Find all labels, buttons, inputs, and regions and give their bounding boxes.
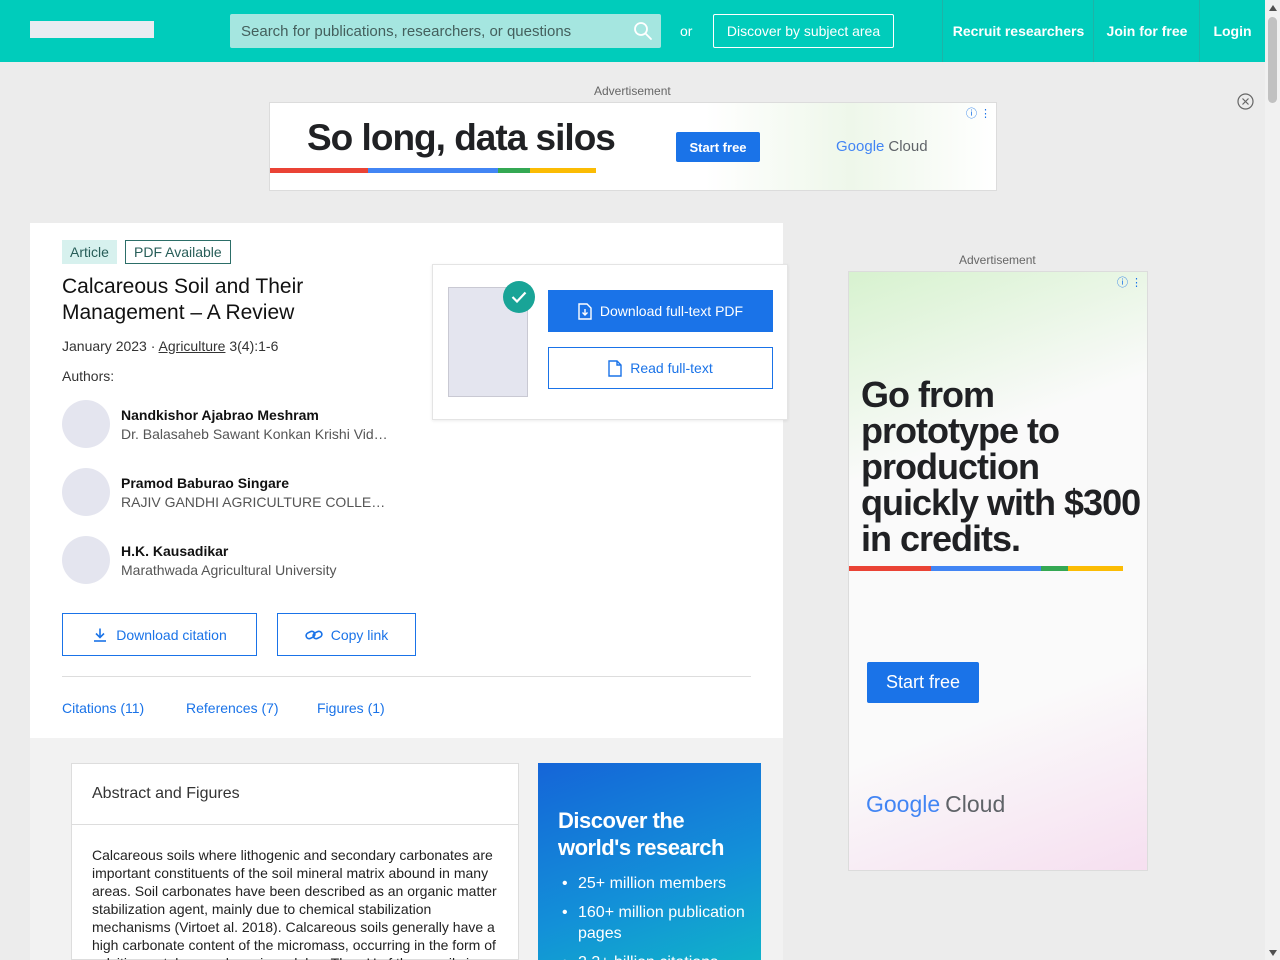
author-institution: Dr. Balasaheb Sawant Konkan Krishi Vidya… <box>121 426 391 442</box>
promo-list: 25+ million members 160+ million publica… <box>562 873 747 960</box>
discover-subject-button[interactable]: Discover by subject area <box>713 14 894 48</box>
tab-references[interactable]: References (7) <box>186 700 279 716</box>
meta-separator: · <box>150 338 156 354</box>
promo-item: 160+ million publication pages <box>562 902 747 944</box>
author-name[interactable]: Pramod Baburao Singare <box>121 475 289 491</box>
discover-research-promo[interactable]: Discover the world's research 25+ millio… <box>538 763 761 960</box>
publication-date: January 2023 <box>62 338 147 354</box>
search-box <box>230 14 661 48</box>
abstract-header: Abstract and Figures <box>72 764 518 825</box>
document-icon <box>608 359 622 377</box>
ad-side-info-icon[interactable]: ⓘ ⋮ <box>1117 274 1142 290</box>
ad-side-headline: Go from prototype to production quickly … <box>861 374 1141 559</box>
ad-top-start-free-button[interactable]: Start free <box>676 132 760 162</box>
article-type-badge: Article <box>62 240 117 264</box>
search-icon[interactable] <box>633 21 653 41</box>
pdf-panel: Download full-text PDF Read full-text <box>432 264 788 420</box>
google-cloud-logo-side: Google Cloud <box>866 791 1005 818</box>
ad-top-headline: So long, data silos <box>307 117 616 158</box>
download-pdf-button[interactable]: Download full-text PDF <box>548 290 773 332</box>
copy-link-label: Copy link <box>330 626 389 643</box>
download-icon <box>94 628 107 642</box>
download-citation-button[interactable]: Download citation <box>62 613 257 656</box>
author-item[interactable]: Pramod Baburao Singare RAJIV GANDHI AGRI… <box>62 468 402 516</box>
author-institution: RAJIV GANDHI AGRICULTURE COLLEGE, PARBHA… <box>121 494 391 510</box>
search-input[interactable] <box>230 14 661 48</box>
or-separator: or <box>680 23 693 39</box>
abstract-title: Abstract and Figures <box>92 785 240 802</box>
journal-link[interactable]: Agriculture <box>159 338 226 354</box>
section-divider <box>62 676 751 677</box>
logo-cloud: Cloud <box>888 138 928 155</box>
site-logo[interactable] <box>30 21 154 38</box>
nav-recruit-researchers[interactable]: Recruit researchers <box>942 0 1094 62</box>
ad-label-top: Advertisement <box>594 84 671 98</box>
link-icon <box>305 630 323 639</box>
author-item[interactable]: H.K. Kausadikar Marathwada Agricultural … <box>62 536 402 584</box>
publication-meta: January 2023 · Agriculture 3(4):1-6 <box>62 338 278 354</box>
download-pdf-label: Download full-text PDF <box>599 303 744 319</box>
pdf-file-icon <box>578 302 592 320</box>
ad-banner-top[interactable]: So long, data silos Start free Google Cl… <box>269 102 997 191</box>
ad-label-side: Advertisement <box>959 253 1036 267</box>
tab-figures[interactable]: Figures (1) <box>317 700 385 716</box>
ad-info-icon[interactable]: ⓘ ⋮ <box>966 105 991 121</box>
copy-link-button[interactable]: Copy link <box>277 613 416 656</box>
logo-google: Google <box>866 791 941 817</box>
author-item[interactable]: Nandkishor Ajabrao Meshram Dr. Balasaheb… <box>62 400 402 448</box>
google-cloud-logo: Google Cloud <box>836 138 928 155</box>
top-header: or Discover by subject area Recruit rese… <box>0 0 1265 62</box>
avatar[interactable] <box>62 468 110 516</box>
nav-join-for-free[interactable]: Join for free <box>1093 0 1200 62</box>
author-name[interactable]: Nandkishor Ajabrao Meshram <box>121 407 319 423</box>
ad-banner-side[interactable]: ⓘ ⋮ Go from prototype to production quic… <box>848 271 1148 871</box>
download-citation-label: Download citation <box>116 626 227 643</box>
check-icon <box>503 281 535 313</box>
tab-citations[interactable]: Citations (11) <box>62 700 144 716</box>
authors-label: Authors: <box>62 368 115 384</box>
abstract-card: Abstract and Figures Calcareous soils wh… <box>71 763 519 960</box>
author-institution: Marathwada Agricultural University <box>121 562 337 578</box>
abstract-text: Calcareous soils where lithogenic and se… <box>92 847 497 960</box>
scroll-up-arrow-icon[interactable] <box>1265 0 1280 15</box>
promo-item: 2.3+ billion citations <box>562 952 747 960</box>
read-fulltext-button[interactable]: Read full-text <box>548 347 773 389</box>
page-title: Calcareous Soil and Their Management – A… <box>62 275 304 324</box>
nav-login[interactable]: Login <box>1199 0 1265 62</box>
avatar[interactable] <box>62 400 110 448</box>
scroll-down-arrow-icon[interactable] <box>1265 945 1280 960</box>
promo-item: 25+ million members <box>562 873 747 894</box>
ad-color-bar <box>270 168 596 173</box>
read-fulltext-label: Read full-text <box>630 360 713 376</box>
page-scrollbar[interactable] <box>1265 0 1280 960</box>
ad-side-start-free-button[interactable]: Start free <box>867 662 979 703</box>
promo-title: Discover the world's research <box>558 808 724 860</box>
author-name[interactable]: H.K. Kausadikar <box>121 543 228 559</box>
logo-cloud: Cloud <box>945 791 1006 817</box>
journal-issue: 3(4):1-6 <box>229 338 279 354</box>
ad-side-color-bar <box>849 566 1123 571</box>
scroll-thumb[interactable] <box>1268 17 1277 103</box>
pdf-available-badge: PDF Available <box>125 240 231 264</box>
logo-google: Google <box>836 138 885 155</box>
close-icon[interactable] <box>1237 93 1254 110</box>
avatar[interactable] <box>62 536 110 584</box>
